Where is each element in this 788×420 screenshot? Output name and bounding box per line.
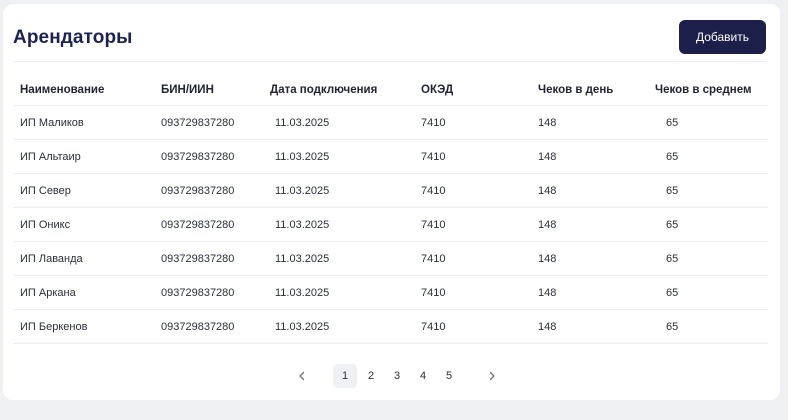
- cell-oked: 7410: [421, 207, 538, 242]
- cell-bin: 093729837280: [161, 275, 270, 310]
- card-header: Арендаторы Добавить: [13, 20, 766, 56]
- cell-oked: 7410: [421, 105, 538, 140]
- cell-checks-per-day: 148: [538, 105, 655, 140]
- column-header-name[interactable]: Наименование: [13, 75, 161, 106]
- column-header-checks-per-day[interactable]: Чеков в день: [538, 75, 655, 106]
- cell-checks-per-day: 148: [538, 275, 655, 310]
- cell-checks-average: 65: [655, 207, 768, 242]
- cell-checks-average: 65: [655, 309, 768, 344]
- table-header-row: Наименование БИН/ИИН Дата подключения ОК…: [13, 75, 768, 106]
- cell-date: 11.03.2025: [270, 105, 421, 140]
- cell-checks-per-day: 148: [538, 139, 655, 174]
- cell-checks-average: 65: [655, 139, 768, 174]
- header-divider: [13, 61, 766, 62]
- cell-checks-per-day: 148: [538, 309, 655, 344]
- cell-oked: 7410: [421, 241, 538, 276]
- chevron-left-icon[interactable]: [290, 364, 314, 388]
- cell-date: 11.03.2025: [270, 241, 421, 276]
- column-header-bin[interactable]: БИН/ИИН: [161, 75, 270, 106]
- cell-name: ИП Лаванда: [13, 241, 161, 276]
- cell-name: ИП Оникс: [13, 207, 161, 242]
- cell-name: ИП Аркана: [13, 275, 161, 310]
- page-number-3[interactable]: 3: [385, 364, 409, 388]
- tenants-card: Арендаторы Добавить Наименование БИН/ИИН…: [3, 4, 780, 400]
- cell-date: 11.03.2025: [270, 309, 421, 344]
- cell-checks-per-day: 148: [538, 207, 655, 242]
- cell-oked: 7410: [421, 309, 538, 344]
- table-row[interactable]: ИП Аркана 093729837280 11.03.2025 7410 148 65: [13, 275, 768, 310]
- page-number-4[interactable]: 4: [411, 364, 435, 388]
- page-list: 12345: [332, 364, 462, 388]
- cell-checks-per-day: 148: [538, 173, 655, 208]
- tenants-table: Наименование БИН/ИИН Дата подключения ОК…: [13, 75, 768, 344]
- table-row[interactable]: ИП Север 093729837280 11.03.2025 7410 148 65: [13, 173, 768, 208]
- cell-date: 11.03.2025: [270, 275, 421, 310]
- cell-checks-average: 65: [655, 173, 768, 208]
- cell-bin: 093729837280: [161, 173, 270, 208]
- cell-name: ИП Маликов: [13, 105, 161, 140]
- page-number-5[interactable]: 5: [437, 364, 461, 388]
- cell-bin: 093729837280: [161, 105, 270, 140]
- pagination: 12345: [290, 362, 504, 390]
- cell-bin: 093729837280: [161, 241, 270, 276]
- table-body: ИП Маликов 093729837280 11.03.2025 7410 148 6…: [13, 105, 768, 344]
- cell-checks-per-day: 148: [538, 241, 655, 276]
- cell-date: 11.03.2025: [270, 207, 421, 242]
- cell-bin: 093729837280: [161, 139, 270, 174]
- cell-bin: 093729837280: [161, 309, 270, 344]
- cell-name: ИП Альтаир: [13, 139, 161, 174]
- cell-checks-average: 65: [655, 105, 768, 140]
- cell-checks-average: 65: [655, 241, 768, 276]
- cell-bin: 093729837280: [161, 207, 270, 242]
- cell-name: ИП Беркенов: [13, 309, 161, 344]
- cell-oked: 7410: [421, 173, 538, 208]
- add-tenant-button[interactable]: Добавить: [679, 20, 766, 54]
- table-row[interactable]: ИП Лаванда 093729837280 11.03.2025 7410 148 6…: [13, 241, 768, 276]
- page-number-2[interactable]: 2: [359, 364, 383, 388]
- column-header-checks-average[interactable]: Чеков в среднем: [655, 75, 768, 106]
- table-row[interactable]: ИП Беркенов 093729837280 11.03.2025 7410 148…: [13, 309, 768, 344]
- table-row[interactable]: ИП Оникс 093729837280 11.03.2025 7410 148 65: [13, 207, 768, 242]
- cell-oked: 7410: [421, 275, 538, 310]
- column-header-date[interactable]: Дата подключения: [270, 75, 421, 106]
- column-header-oked[interactable]: ОКЭД: [421, 75, 538, 106]
- page-number-1[interactable]: 1: [333, 364, 357, 388]
- cell-name: ИП Север: [13, 173, 161, 208]
- table-row[interactable]: ИП Маликов 093729837280 11.03.2025 7410 148 6…: [13, 105, 768, 140]
- chevron-right-icon[interactable]: [480, 364, 504, 388]
- page-title: Арендаторы: [13, 27, 133, 48]
- table-row[interactable]: ИП Альтаир 093729837280 11.03.2025 7410 148 6…: [13, 139, 768, 174]
- cell-date: 11.03.2025: [270, 173, 421, 208]
- cell-date: 11.03.2025: [270, 139, 421, 174]
- cell-checks-average: 65: [655, 275, 768, 310]
- cell-oked: 7410: [421, 139, 538, 174]
